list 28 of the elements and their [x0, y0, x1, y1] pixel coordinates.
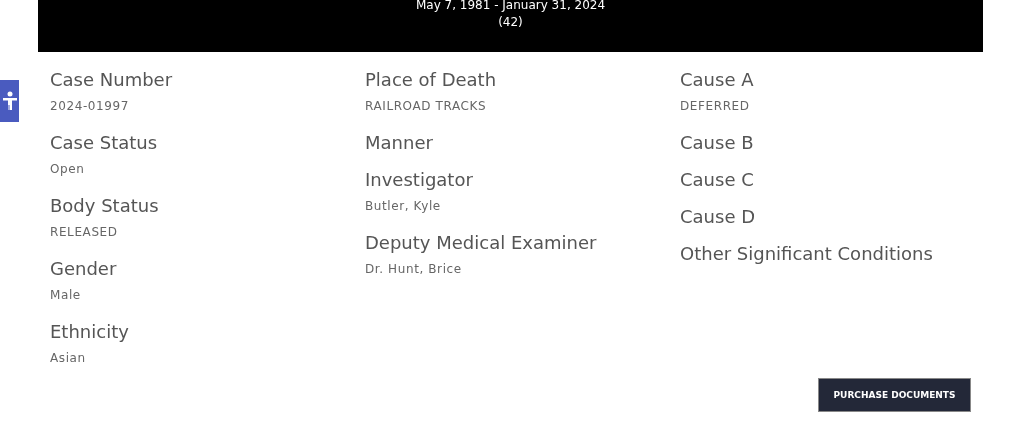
field-value: Dr. Hunt, Brice	[365, 261, 463, 278]
field-label: Cause D	[680, 205, 757, 229]
field-value: Open	[50, 161, 86, 178]
field-value: RAILROAD TRACKS	[365, 98, 488, 115]
field-value: 2024-01997	[50, 98, 131, 115]
field-label: Manner	[365, 131, 434, 155]
field-value: RELEASED	[50, 224, 119, 241]
field-label: Case Number	[50, 68, 174, 92]
field-label: Cause B	[680, 131, 755, 155]
field-label: Investigator	[365, 168, 474, 192]
purchase-button[interactable]: PURCHASE DOCUMENTS	[818, 378, 971, 412]
accessibility-button[interactable]	[0, 80, 19, 122]
field-value: Butler, Kyle	[365, 198, 442, 215]
age: (42)	[498, 14, 523, 31]
field-value: Asian	[50, 350, 87, 367]
field-value: Male	[50, 287, 82, 304]
field-label: Gender	[50, 257, 118, 281]
field-label: Case Status	[50, 131, 159, 155]
field-label: Deputy Medical Examiner	[365, 231, 598, 255]
field-label: Cause C	[680, 168, 755, 192]
field-label: Body Status	[50, 194, 160, 218]
field-value: DEFERRED	[680, 98, 751, 115]
life-dates: May 7, 1981 - January 31, 2024	[415, 0, 606, 13]
field-label: Ethnicity	[50, 320, 130, 344]
field-label: Place of Death	[365, 68, 498, 92]
field-label: Cause A	[680, 68, 755, 92]
field-label: Other Significant Conditions	[680, 242, 934, 266]
accessibility-icon	[2, 91, 17, 111]
